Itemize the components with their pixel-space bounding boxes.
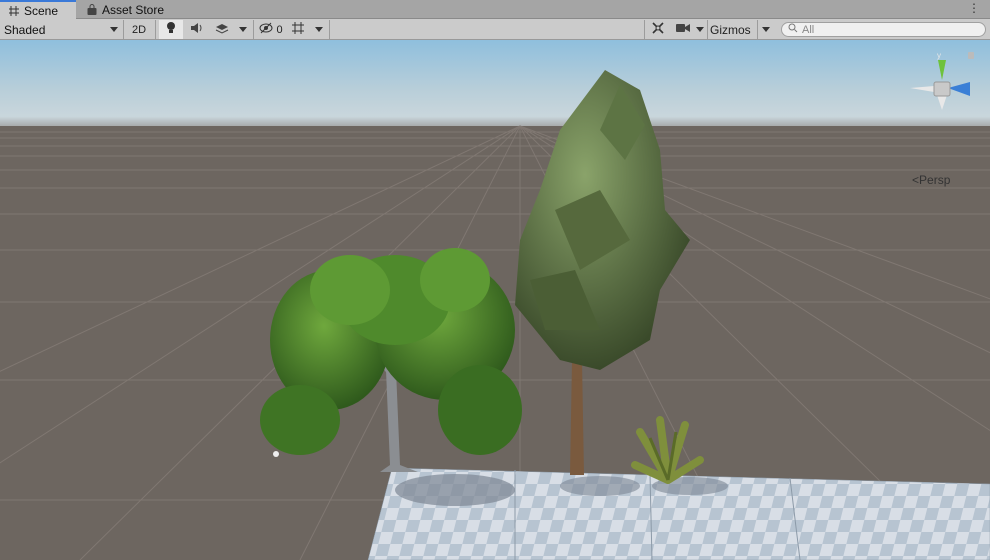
lightbulb-icon [165,21,177,38]
camera-button[interactable] [672,20,694,39]
gizmos-label: Gizmos [710,22,751,37]
tab-asset-store[interactable]: Asset Store [78,0,178,19]
chevron-down-icon [761,27,770,32]
projection-label: Persp [919,173,951,187]
draw-mode-dropdown[interactable]: Shaded [0,20,122,39]
scene-toolbar: Shaded 2D 0 Gizmos All [0,19,990,40]
effects-toggle-button[interactable] [211,20,233,39]
more-options-icon[interactable]: ⋮ [968,2,980,14]
chevron-down-icon [239,27,247,32]
search-placeholder: All [802,23,815,36]
hidden-objects-toggle-button[interactable]: 0 [256,20,286,39]
lighting-toggle-button[interactable] [159,20,183,39]
gizmos-dropdown-button[interactable] [757,20,773,39]
layers-effects-icon [215,22,229,37]
divider [155,20,156,39]
bag-icon [86,3,98,16]
chevron-down-icon [315,27,323,32]
scene-viewport[interactable]: y <Persp [0,40,990,560]
hidden-objects-count: 0 [276,23,283,36]
grid-snap-icon [291,21,305,38]
draw-mode-value: Shaded [4,22,46,37]
chevron-down-icon [110,27,118,32]
tab-scene[interactable]: Scene [0,0,76,19]
divider [253,20,254,39]
tab-bar: Scene Asset Store ⋮ [0,0,990,19]
gizmos-button[interactable]: Gizmos [707,20,757,39]
divider [644,20,645,39]
scene-render [0,40,990,560]
grid-icon [8,5,20,17]
tab-asset-store-label: Asset Store [102,2,165,17]
camera-icon [675,22,691,37]
effects-dropdown-button[interactable] [235,20,251,39]
divider [123,20,124,39]
audio-toggle-button[interactable] [186,20,208,39]
2d-toggle-button[interactable]: 2D [126,20,152,39]
grid-dropdown-button[interactable] [311,20,327,39]
grid-toggle-button[interactable] [288,20,308,39]
tools-button[interactable] [647,20,669,39]
tab-scene-label: Scene [24,3,59,18]
scene-search-field[interactable]: All [781,22,986,37]
search-icon [788,23,798,36]
broadleaf-tree[interactable] [260,248,522,472]
speaker-icon [190,22,204,37]
projection-toggle[interactable]: <Persp [912,173,950,187]
light-gizmo-icon[interactable] [273,451,279,457]
chevron-down-icon [696,27,704,32]
svg-text:y: y [937,51,941,60]
camera-dropdown-button[interactable] [694,20,706,39]
hidden-eye-icon [259,22,273,37]
wrench-icon [651,21,665,38]
axis-gizmo-icon: y [910,51,974,110]
orientation-gizmo[interactable]: y [906,48,976,120]
projection-chevron-icon: < [912,173,920,187]
2d-label: 2D [131,23,147,36]
divider [329,20,330,39]
